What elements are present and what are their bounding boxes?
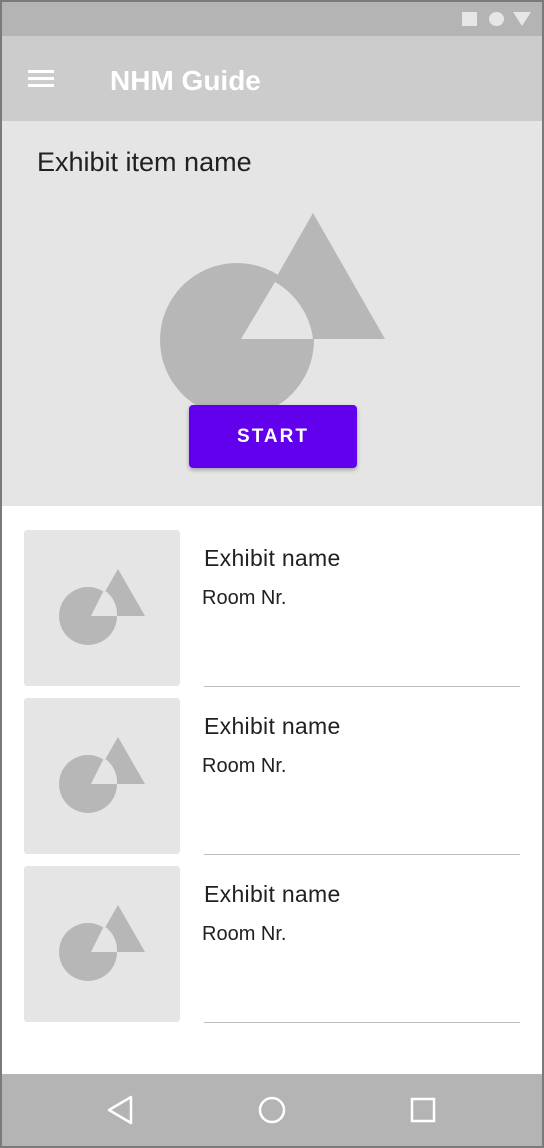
start-button[interactable]: START	[189, 405, 357, 468]
status-bar	[2, 2, 542, 36]
exhibit-thumbnail	[24, 530, 180, 686]
image-placeholder-icon	[59, 569, 145, 645]
image-placeholder-icon	[59, 737, 145, 813]
exhibit-name: Exhibit name	[204, 881, 341, 907]
list-item[interactable]: Exhibit name Room Nr.	[2, 842, 542, 1023]
navigation-bar	[2, 1074, 542, 1146]
menu-icon[interactable]	[24, 64, 60, 94]
exhibit-room: Room Nr.	[202, 923, 287, 945]
list-item[interactable]: Exhibit name Room Nr.	[2, 506, 542, 687]
exhibit-thumbnail	[24, 866, 180, 1022]
circle-icon	[489, 12, 504, 26]
square-icon	[462, 12, 477, 26]
app-title: NHM Guide	[110, 65, 261, 96]
exhibit-room: Room Nr.	[202, 587, 287, 609]
list-item[interactable]: Exhibit name Room Nr.	[2, 674, 542, 855]
phone-screen: NHM Guide Exhibit item name START Exhibi…	[0, 0, 544, 1148]
exhibit-name: Exhibit name	[204, 545, 341, 571]
recents-icon[interactable]	[403, 1090, 443, 1130]
exhibit-name: Exhibit name	[204, 713, 341, 739]
triangle-down-icon	[513, 12, 531, 26]
image-placeholder-icon	[59, 905, 145, 981]
app-bar: NHM Guide	[2, 36, 542, 121]
divider	[204, 1022, 520, 1023]
exhibit-room: Room Nr.	[202, 755, 287, 777]
back-icon[interactable]	[100, 1090, 140, 1130]
featured-exhibit: Exhibit item name START	[2, 121, 542, 506]
home-icon[interactable]	[252, 1090, 292, 1130]
exhibit-thumbnail	[24, 698, 180, 854]
